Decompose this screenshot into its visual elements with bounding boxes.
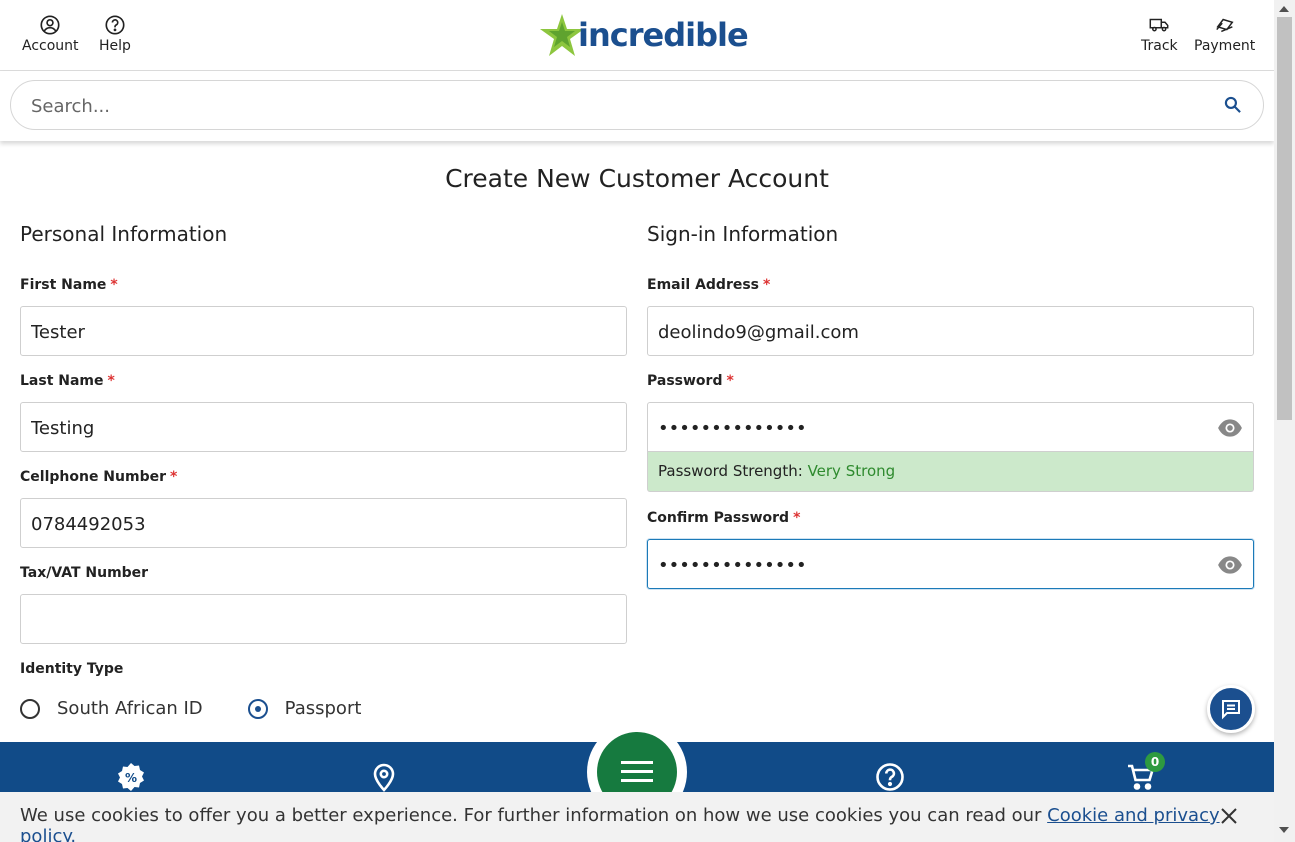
payment-icon xyxy=(1215,18,1234,33)
incredible-logo[interactable]: incredible xyxy=(538,12,749,58)
confirm-password-label-text: Confirm Password xyxy=(647,510,790,526)
identity-type-label: Identity Type xyxy=(20,661,124,677)
password-strength-meter: Password Strength: Very Strong xyxy=(647,452,1254,492)
password-label: Password * xyxy=(647,373,734,389)
tax-vat-input[interactable] xyxy=(31,607,571,633)
required-marker: * xyxy=(793,510,801,526)
cookie-text: We use cookies to offer you a better exp… xyxy=(20,805,1048,826)
logo-text: incredible xyxy=(578,16,749,54)
password-strength-label: Password Strength: xyxy=(658,462,803,480)
password-field-box xyxy=(647,402,1254,452)
password-label-text: Password xyxy=(647,373,723,389)
payment-button[interactable]: Payment xyxy=(1194,14,1255,54)
site-header: Account Help incredible Track Payment xyxy=(0,0,1274,71)
cellphone-input[interactable] xyxy=(31,511,571,537)
first-name-field-box xyxy=(20,306,627,356)
search-box xyxy=(10,80,1264,130)
hamburger-menu-icon xyxy=(621,779,653,782)
account-label: Account xyxy=(22,38,79,54)
password-strength-value: Very Strong xyxy=(807,462,896,480)
required-marker: * xyxy=(107,373,115,389)
hamburger-menu-icon xyxy=(621,770,653,773)
svg-text:%: % xyxy=(125,771,137,785)
confirm-password-label: Confirm Password * xyxy=(647,510,800,526)
cart-count-badge: 0 xyxy=(1145,752,1165,772)
search-bar xyxy=(0,71,1274,141)
cookie-banner: We use cookies to offer you a better exp… xyxy=(0,792,1274,842)
email-field-box xyxy=(647,306,1254,356)
radio-south-african-id[interactable] xyxy=(20,698,40,719)
cellphone-label: Cellphone Number * xyxy=(20,469,177,485)
scroll-up-arrow-icon[interactable] xyxy=(1279,6,1289,12)
track-button[interactable]: Track xyxy=(1141,14,1178,54)
account-circle-icon xyxy=(40,15,60,35)
tax-vat-label: Tax/VAT Number xyxy=(20,565,149,581)
required-marker: * xyxy=(170,469,178,485)
radio-label-passport: Passport xyxy=(284,698,362,719)
help-label: Help xyxy=(99,38,131,54)
email-label: Email Address * xyxy=(647,277,770,293)
track-label: Track xyxy=(1141,38,1178,54)
eye-icon[interactable] xyxy=(1217,417,1243,439)
confirm-password-input[interactable] xyxy=(658,552,1198,578)
first-name-label-text: First Name xyxy=(20,277,107,293)
email-label-text: Email Address xyxy=(647,277,760,293)
email-input[interactable] xyxy=(658,319,1198,345)
required-marker: * xyxy=(110,277,118,293)
truck-icon xyxy=(1149,18,1169,32)
help-button[interactable]: Help xyxy=(99,14,131,54)
payment-label: Payment xyxy=(1194,38,1256,54)
percent-badge-icon[interactable]: % xyxy=(116,762,146,792)
required-marker: * xyxy=(763,277,771,293)
help-circle-icon xyxy=(105,15,125,35)
hamburger-menu-icon xyxy=(621,761,653,764)
first-name-label: First Name * xyxy=(20,277,118,293)
required-marker: * xyxy=(726,373,734,389)
last-name-label: Last Name * xyxy=(20,373,115,389)
radio-option-passport[interactable]: Passport xyxy=(247,698,362,719)
page-title: Create New Customer Account xyxy=(445,164,829,193)
scrollbar-thumb[interactable] xyxy=(1277,17,1292,420)
last-name-field-box xyxy=(20,402,627,452)
identity-type-radio-group: South African ID Passport xyxy=(20,698,361,719)
close-icon[interactable] xyxy=(1219,806,1239,826)
radio-option-south-african-id[interactable]: South African ID xyxy=(20,698,203,719)
first-name-input[interactable] xyxy=(31,319,571,345)
eye-icon[interactable] xyxy=(1217,554,1243,576)
last-name-input[interactable] xyxy=(31,415,571,441)
page-scrollbar[interactable] xyxy=(1274,0,1295,842)
scroll-down-arrow-icon[interactable] xyxy=(1279,827,1289,833)
cellphone-field-box xyxy=(20,498,627,548)
password-input[interactable] xyxy=(658,415,1198,441)
help-circle-icon[interactable] xyxy=(875,762,905,792)
signin-info-title: Sign-in Information xyxy=(647,222,839,246)
cellphone-label-text: Cellphone Number xyxy=(20,469,167,485)
confirm-password-field-box xyxy=(647,539,1254,589)
radio-passport[interactable] xyxy=(247,698,268,719)
personal-info-title: Personal Information xyxy=(20,222,228,246)
last-name-label-text: Last Name xyxy=(20,373,104,389)
search-input[interactable] xyxy=(31,93,1211,119)
location-pin-icon[interactable] xyxy=(369,762,399,792)
radio-label-south-african-id: South African ID xyxy=(57,698,203,719)
account-button[interactable]: Account xyxy=(22,14,79,54)
chat-icon xyxy=(1222,700,1240,720)
tax-vat-field-box xyxy=(20,594,627,644)
chat-button[interactable] xyxy=(1207,685,1255,733)
search-icon[interactable] xyxy=(1223,95,1243,115)
